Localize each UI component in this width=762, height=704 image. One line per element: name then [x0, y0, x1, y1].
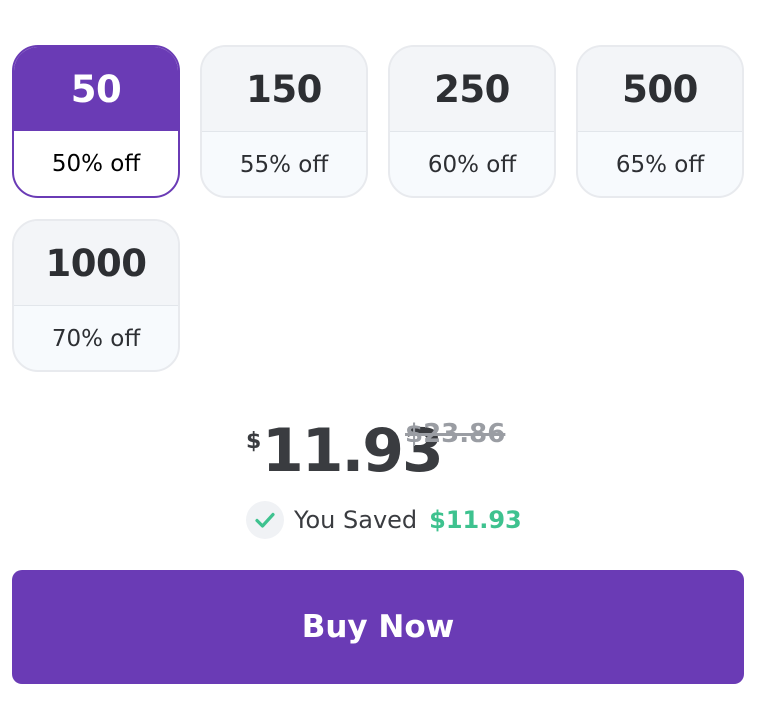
option-250[interactable]: 250 60% off [388, 45, 556, 198]
original-price: $23.86 [405, 419, 506, 449]
check-icon [246, 501, 284, 539]
option-discount: 65% off [615, 151, 705, 178]
option-quantity: 1000 [14, 221, 178, 306]
option-discount: 60% off [427, 151, 517, 178]
option-150[interactable]: 150 55% off [200, 45, 368, 198]
currency-symbol: $ [246, 429, 262, 454]
option-quantity: 150 [202, 47, 366, 132]
option-discount: 70% off [51, 325, 141, 352]
price-row: $ 11.93 $23.86 [0, 415, 762, 495]
savings-row: You Saved $11.93 [246, 500, 522, 540]
option-quantity: 250 [390, 47, 554, 132]
option-quantity: 50 [14, 47, 178, 131]
savings-amount: $11.93 [429, 506, 522, 534]
option-1000[interactable]: 1000 70% off [12, 219, 180, 372]
option-discount: 50% off [51, 150, 141, 177]
option-500[interactable]: 500 65% off [576, 45, 744, 198]
buy-now-button[interactable]: Buy Now [12, 570, 744, 684]
option-quantity: 500 [578, 47, 742, 132]
option-discount: 55% off [239, 151, 329, 178]
savings-label: You Saved [294, 506, 418, 534]
option-50[interactable]: 50 50% off [12, 45, 180, 198]
quantity-pricing-panel: 50 50% off 150 55% off 250 60% off 500 6… [0, 0, 762, 704]
